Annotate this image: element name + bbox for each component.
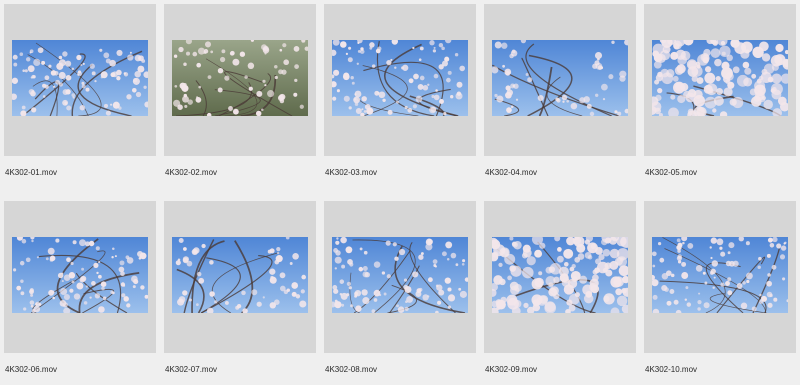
file-grid: 4K302-01.mov 4K302-02.mov 4K302-03.mov 4… — [0, 0, 800, 385]
file-tile[interactable] — [164, 4, 316, 156]
file-item[interactable]: 4K302-04.mov — [484, 4, 636, 177]
file-tile[interactable] — [4, 201, 156, 353]
file-tile[interactable] — [324, 4, 476, 156]
video-thumbnail — [172, 237, 308, 313]
file-name: 4K302-07.mov — [165, 365, 218, 374]
file-name: 4K302-05.mov — [645, 168, 698, 177]
file-tile[interactable] — [484, 4, 636, 156]
file-name: 4K302-09.mov — [485, 365, 538, 374]
video-thumbnail — [332, 237, 468, 313]
file-item[interactable]: 4K302-03.mov — [324, 4, 476, 177]
video-thumbnail — [492, 237, 628, 313]
file-tile[interactable] — [484, 201, 636, 353]
file-name: 4K302-08.mov — [325, 365, 378, 374]
thumbnail-image — [332, 237, 468, 313]
video-thumbnail — [332, 40, 468, 116]
thumbnail-image — [12, 237, 148, 313]
file-tile[interactable] — [4, 4, 156, 156]
file-item[interactable]: 4K302-10.mov — [644, 201, 796, 374]
file-item[interactable]: 4K302-08.mov — [324, 201, 476, 374]
thumbnail-image — [172, 237, 308, 313]
file-item[interactable]: 4K302-07.mov — [164, 201, 316, 374]
file-name: 4K302-03.mov — [325, 168, 378, 177]
file-item[interactable]: 4K302-02.mov — [164, 4, 316, 177]
file-item[interactable]: 4K302-01.mov — [4, 4, 156, 177]
file-tile[interactable] — [644, 4, 796, 156]
video-thumbnail — [172, 40, 308, 116]
file-name: 4K302-06.mov — [5, 365, 58, 374]
thumbnail-image — [332, 40, 468, 116]
thumbnail-image — [12, 40, 148, 116]
thumbnail-image — [172, 40, 308, 116]
video-thumbnail — [652, 237, 788, 313]
video-thumbnail — [12, 237, 148, 313]
file-name: 4K302-02.mov — [165, 168, 218, 177]
thumbnail-image — [652, 40, 788, 116]
video-thumbnail — [12, 40, 148, 116]
file-tile[interactable] — [644, 201, 796, 353]
video-thumbnail — [492, 40, 628, 116]
thumbnail-image — [492, 237, 628, 313]
file-name: 4K302-01.mov — [5, 168, 58, 177]
thumbnail-image — [652, 237, 788, 313]
file-item[interactable]: 4K302-05.mov — [644, 4, 796, 177]
file-item[interactable]: 4K302-06.mov — [4, 201, 156, 374]
video-thumbnail — [652, 40, 788, 116]
thumbnail-image — [492, 40, 628, 116]
file-item[interactable]: 4K302-09.mov — [484, 201, 636, 374]
file-tile[interactable] — [164, 201, 316, 353]
file-name: 4K302-10.mov — [645, 365, 698, 374]
file-name: 4K302-04.mov — [485, 168, 538, 177]
file-tile[interactable] — [324, 201, 476, 353]
